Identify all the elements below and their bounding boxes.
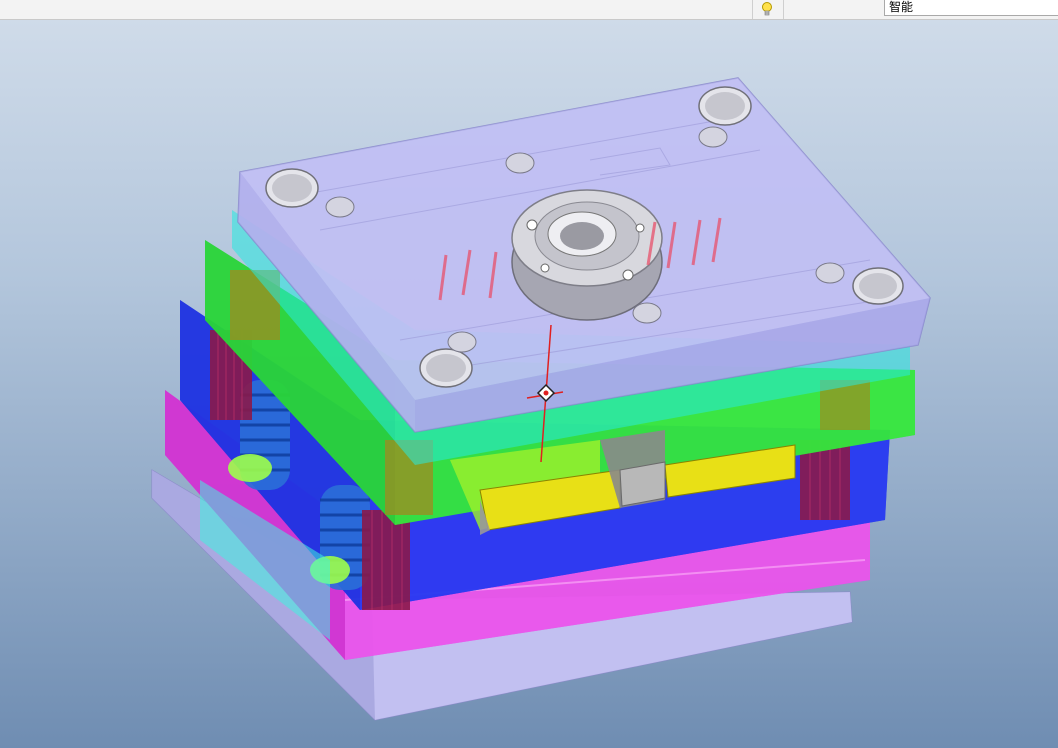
toolbar-separator — [752, 0, 753, 19]
lightbulb-icon[interactable] — [760, 1, 774, 18]
top-toolbar: 智能 — [0, 0, 1058, 20]
selection-filter-select[interactable]: 智能 — [884, 0, 1058, 16]
graphics-viewport[interactable] — [0, 20, 1058, 748]
toolbar-separator — [783, 0, 784, 19]
cad-application: 智能 — [0, 0, 1058, 748]
mold-assembly-model — [151, 77, 931, 721]
locating-ring — [511, 189, 663, 321]
